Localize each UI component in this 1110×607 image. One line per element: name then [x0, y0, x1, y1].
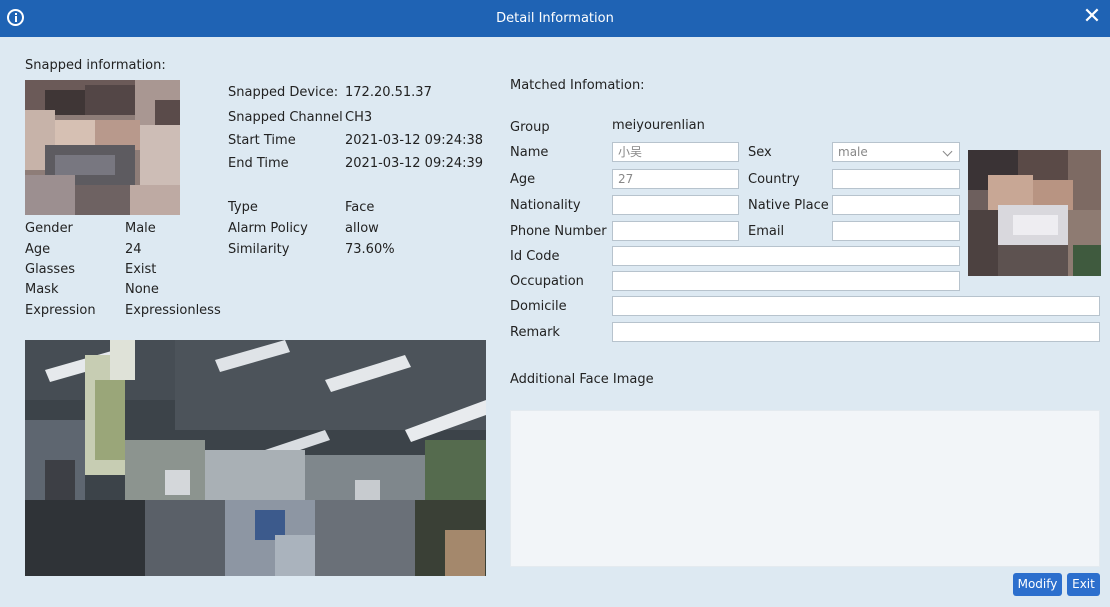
id-code-field[interactable]	[612, 246, 960, 266]
sex-label: Sex	[748, 145, 772, 160]
phone-field[interactable]	[612, 221, 739, 241]
snapped-device-value: 172.20.51.37	[345, 85, 432, 100]
age-attr-label: Age	[25, 242, 51, 257]
age-field[interactable]: 27	[612, 169, 739, 189]
title-bar: Detail Information ✕	[0, 0, 1110, 37]
mask-label: Mask	[25, 282, 59, 297]
alarm-policy-value: allow	[345, 221, 379, 236]
similarity-value: 73.60%	[345, 242, 395, 257]
expression-label: Expression	[25, 303, 96, 318]
gender-value: Male	[125, 221, 156, 236]
matched-face-image	[968, 150, 1101, 276]
nationality-label: Nationality	[510, 198, 581, 213]
glasses-label: Glasses	[25, 262, 75, 277]
age-label: Age	[510, 172, 536, 187]
age-attr-value: 24	[125, 242, 142, 257]
exit-button[interactable]: Exit	[1067, 573, 1100, 596]
name-label: Name	[510, 145, 549, 160]
id-code-label: Id Code	[510, 249, 560, 264]
expression-value: Expressionless	[125, 303, 221, 318]
end-time-value: 2021-03-12 09:24:39	[345, 156, 484, 171]
additional-face-area	[510, 410, 1100, 567]
snapped-device-label: Snapped Device:	[228, 85, 339, 100]
name-field[interactable]: 小吴	[612, 142, 739, 162]
nationality-field[interactable]	[612, 195, 739, 215]
sex-select-value: male	[838, 145, 868, 159]
domicile-label: Domicile	[510, 299, 567, 314]
start-time-label: Start Time	[228, 133, 296, 148]
snapped-info-heading: Snapped information:	[25, 58, 166, 73]
alarm-policy-label: Alarm Policy	[228, 221, 308, 236]
additional-face-heading: Additional Face Image	[510, 372, 654, 387]
snapped-channel-value: CH3	[345, 110, 373, 125]
snapped-face-image	[25, 80, 180, 215]
type-value: Face	[345, 200, 375, 215]
chevron-down-icon	[942, 146, 953, 157]
group-label: Group	[510, 120, 550, 135]
matched-info-heading: Matched Infomation:	[510, 78, 645, 93]
start-time-value: 2021-03-12 09:24:38	[345, 133, 484, 148]
remark-field[interactable]	[612, 322, 1100, 342]
phone-label: Phone Number	[510, 224, 607, 239]
native-place-field[interactable]	[832, 195, 960, 215]
mask-value: None	[125, 282, 159, 297]
occupation-field[interactable]	[612, 271, 960, 291]
occupation-label: Occupation	[510, 274, 584, 289]
similarity-label: Similarity	[228, 242, 290, 257]
domicile-field[interactable]	[612, 296, 1100, 316]
window-title: Detail Information	[496, 11, 614, 26]
gender-label: Gender	[25, 221, 73, 236]
close-icon[interactable]: ✕	[1078, 3, 1106, 31]
country-field[interactable]	[832, 169, 960, 189]
type-label: Type	[228, 200, 258, 215]
sex-select[interactable]: male	[832, 142, 960, 162]
snapped-scene-image	[25, 340, 486, 576]
snapped-channel-label: Snapped Channel	[228, 110, 343, 125]
modify-button[interactable]: Modify	[1013, 573, 1062, 596]
remark-label: Remark	[510, 325, 560, 340]
end-time-label: End Time	[228, 156, 289, 171]
group-value: meiyourenlian	[612, 118, 705, 133]
email-field[interactable]	[832, 221, 960, 241]
email-label: Email	[748, 224, 785, 239]
native-place-label: Native Place	[748, 198, 829, 213]
country-label: Country	[748, 172, 800, 187]
glasses-value: Exist	[125, 262, 157, 277]
